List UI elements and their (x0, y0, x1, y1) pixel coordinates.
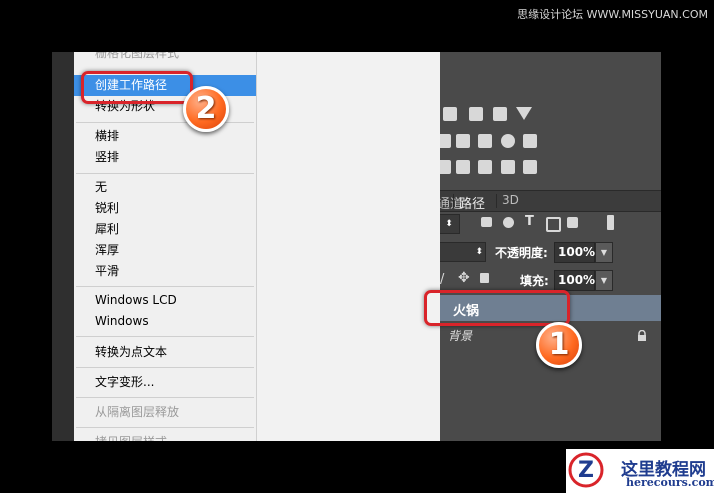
document-area (256, 52, 440, 441)
lock-icon (637, 327, 647, 341)
menu-separator (76, 173, 254, 174)
adjustment-row-1 (439, 107, 661, 123)
callout-highlight-layer (424, 290, 570, 326)
logo-mark-icon: Z (568, 452, 604, 488)
menu-separator (76, 122, 254, 123)
tab-3d[interactable]: 3D (502, 193, 519, 207)
selective-color-icon[interactable] (501, 160, 515, 174)
tab-paths[interactable]: 路径 (459, 193, 485, 212)
filter-smart-object-icon[interactable] (567, 217, 578, 228)
layer-name: 背景 (448, 329, 473, 343)
gradient-map-icon[interactable] (516, 107, 532, 120)
menu-item-rasterize-style[interactable]: 栅格化图层样式 (74, 52, 256, 64)
fill-input[interactable]: 100% (554, 270, 595, 291)
posterize-icon[interactable] (456, 160, 470, 174)
menu-item-horizontal[interactable]: 横排 (74, 126, 256, 147)
opacity-label: 不透明度: (495, 246, 548, 260)
filter-kind-dropdown[interactable]: ⬍ (438, 214, 460, 234)
adjustment-row-3 (437, 160, 661, 176)
menu-item-release-isolation[interactable]: 从隔离图层释放 (74, 402, 256, 423)
exposure-icon[interactable] (493, 107, 507, 121)
menu-separator (76, 427, 254, 428)
context-menu: 栅格化图层样式 创建工作路径 转换为形状 横排 竖排 无 锐利 犀利 浑厚 平滑… (74, 52, 257, 441)
panel-tabbar: 通道 路径 3D (437, 190, 661, 212)
blend-mode-dropdown[interactable]: ⬍ (438, 242, 486, 262)
menu-item-aa-strong[interactable]: 浑厚 (74, 240, 256, 261)
step-badge-1: 1 (536, 322, 582, 368)
menu-item-vertical[interactable]: 竖排 (74, 147, 256, 168)
fill-dropdown-button[interactable]: ▼ (595, 270, 613, 291)
lock-position-icon[interactable]: ✥ (458, 270, 470, 286)
screenshot-frame: 通道 路径 3D ⬍ T ⬍ 不透明度: 100% ▼ / ✥ 填充: 100%… (52, 52, 661, 441)
menu-item-aa-crisp[interactable]: 犀利 (74, 219, 256, 240)
tab-divider (496, 194, 497, 208)
color-lookup-icon[interactable] (523, 134, 537, 148)
menu-separator (76, 336, 254, 337)
site-watermark: 思缘设计论坛 WWW.MISSYUAN.COM (517, 8, 708, 21)
menu-item-convert-to-point-text[interactable]: 转换为点文本 (74, 342, 256, 363)
filter-pixel-icon[interactable] (481, 217, 492, 227)
menu-item-copy-layer-style[interactable]: 拷贝图层样式 (74, 432, 256, 441)
site-logo: Z 这里教程网 herecours.com (566, 449, 714, 493)
blend-opacity-row: ⬍ 不透明度: 100% ▼ (438, 242, 661, 264)
menu-separator (76, 367, 254, 368)
lock-fill-row: / ✥ 填充: 100% ▼ (439, 270, 661, 292)
filter-shape-icon[interactable] (546, 217, 561, 232)
gradient-icon[interactable] (523, 160, 537, 174)
lock-pixels-icon[interactable]: / (440, 272, 444, 287)
logo-subtitle: herecours.com (626, 476, 714, 489)
fill-label: 填充: (520, 274, 549, 288)
photo-filter-icon[interactable] (478, 134, 492, 148)
menu-item-aa-none[interactable]: 无 (74, 177, 256, 198)
lock-all-icon[interactable] (480, 273, 489, 283)
callout-highlight-create-path (81, 71, 193, 104)
adjustments-layers-panel: 通道 路径 3D ⬍ T ⬍ 不透明度: 100% ▼ / ✥ 填充: 100%… (437, 52, 661, 441)
channel-mixer-icon[interactable] (501, 134, 515, 148)
menu-separator (76, 397, 254, 398)
curves-icon[interactable] (469, 107, 483, 121)
menu-item-aa-smooth[interactable]: 平滑 (74, 261, 256, 282)
svg-text:Z: Z (578, 458, 594, 483)
opacity-input[interactable]: 100% (554, 242, 595, 263)
menu-separator (76, 286, 254, 287)
filter-adjustment-icon[interactable] (503, 217, 514, 228)
levels-icon[interactable] (443, 107, 457, 121)
filter-type-icon[interactable]: T (525, 214, 534, 229)
adjustment-row-2 (437, 134, 661, 150)
color-balance-icon[interactable] (456, 134, 470, 148)
tab-divider (453, 194, 454, 208)
menu-item-windows-lcd[interactable]: Windows LCD (74, 290, 256, 311)
threshold-icon[interactable] (478, 160, 492, 174)
layer-filter-row: ⬍ T (438, 214, 661, 234)
menu-item-aa-sharp[interactable]: 锐利 (74, 198, 256, 219)
menu-item-windows[interactable]: Windows (74, 311, 256, 332)
menu-item-warp-text[interactable]: 文字变形... (74, 372, 256, 393)
opacity-dropdown-button[interactable]: ▼ (595, 242, 613, 263)
filter-toggle-icon[interactable] (607, 215, 614, 230)
canvas-edge (52, 52, 74, 441)
step-badge-2: 2 (183, 86, 229, 132)
